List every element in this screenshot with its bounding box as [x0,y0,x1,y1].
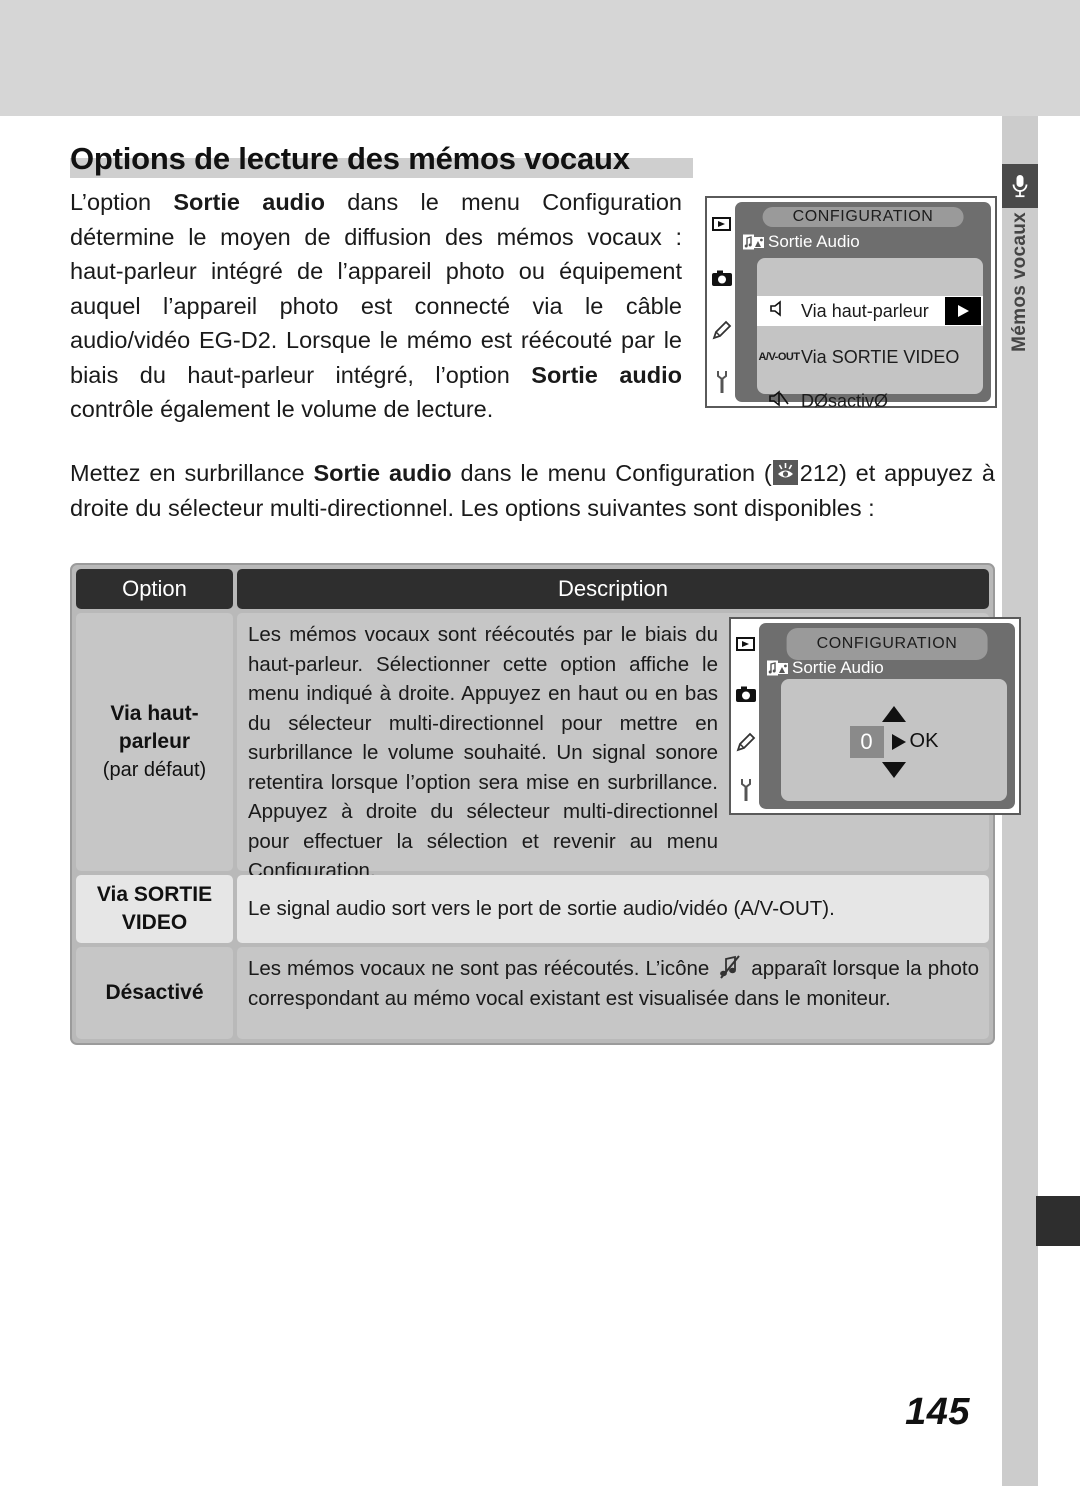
volume-ok-hint[interactable]: OK [890,727,939,757]
lcd-title: CONFIGURATION [762,207,964,227]
volume-stepper[interactable]: 0 OK [781,705,1007,788]
setup-tab-icon [731,771,761,809]
lcd-option-label: Via SORTIE VIDEO [801,346,960,367]
intro-text-2: dans le menu Configuration détermine le … [70,189,682,388]
lcd-option-label: DØsactivØ [801,390,889,411]
volume-ok-label: OK [909,730,939,753]
lcd-volume-panel: 0 OK [781,679,1007,801]
para2-text-1: Mettez en surbrillance [70,460,314,486]
muted-note-icon [718,954,742,980]
shooting-tab-icon [707,258,737,298]
custom-tab-icon [731,723,761,761]
option-label-line1: Via haut- [110,702,199,725]
audio-page-icon [743,234,765,250]
lcd-content-area: CONFIGURATION Sortie Audio Via haut-parl… [735,202,991,411]
lcd-option-label: Via haut-parleur [801,300,929,321]
av-out-icon: A/V-OUT [758,351,800,363]
instruction-paragraph: Mettez en surbrillance Sortie audio dans… [70,456,995,525]
para2-bold-1: Sortie audio [313,460,452,486]
audio-page-icon [767,660,789,676]
table-cell-description-disabled: Les mémos vocaux ne sont pas réécoutés. … [237,947,989,1039]
lcd-option-disabled[interactable]: DØsactivØ [757,386,983,416]
chapter-edge-marker [1036,1196,1080,1246]
page-title-block: Options de lecture des mémos vocaux [70,140,695,180]
table-row: Désactivé Les mémos vocaux ne sont pas r… [76,947,989,1039]
options-table: Option Description Via haut- parleur (pa… [70,563,1021,1045]
page-number: 145 [905,1391,970,1433]
chapter-side-tab-label: Mémos vocaux [1002,212,1038,416]
page-top-band [0,0,1080,116]
table-row: Via SORTIE VIDEO Le signal audio sort ve… [76,875,989,943]
option-label-line1: Désactivé [105,981,204,1004]
eye-page-reference-icon [772,460,798,485]
speaker-icon [757,300,801,322]
intro-bold-2: Sortie audio [531,361,682,388]
table-header-option: Option [76,569,233,609]
intro-bold-1: Sortie audio [173,189,325,215]
playback-tab-icon [731,627,761,661]
page-title: Options de lecture des mémos vocaux [70,141,630,176]
lcd-subtitle: Sortie Audio [768,232,860,251]
volume-value-row: 0 OK [849,726,939,758]
desc-text-1: Les mémos vocaux ne sont pas réécoutés. … [248,957,716,980]
volume-up-arrow-icon[interactable] [881,705,907,726]
setup-tab-icon [707,362,737,402]
option-label-line2: VIDEO [121,911,188,934]
intro-text-3: contrôle également le volume de lecture. [70,396,494,422]
table-cell-option-speaker: Via haut- parleur (par défaut) [76,613,233,871]
para2-text-2: dans le menu Configuration ( [451,460,772,486]
lcd-option-via-speaker[interactable]: Via haut-parleur [757,296,983,326]
shooting-tab-icon [731,675,761,713]
lcd-subtitle-row: Sortie Audio [743,232,860,252]
chapter-side-tab-text: Mémos vocaux [1009,212,1030,352]
table-header-row: Option Description [76,569,989,609]
table-header-description: Description [237,569,989,609]
table-cell-description-video-out: Le signal audio sort vers le port de sor… [237,875,989,943]
playback-tab-icon [707,206,737,242]
volume-value: 0 [849,726,884,758]
lcd-screenshot-audio-output-menu: CONFIGURATION Sortie Audio Via haut-parl… [705,196,997,411]
volume-down-arrow-icon[interactable] [881,758,907,788]
lcd-screenshot-volume-setting: CONFIGURATION Sortie Audio 0 OK [729,617,1021,815]
chapter-side-tab: Mémos vocaux [1002,164,1038,416]
option-label-line2: parleur [118,730,191,753]
lcd-option-via-video-out[interactable]: A/V-OUT Via SORTIE VIDEO [757,342,983,372]
option-default-note: (par défaut) [102,759,207,781]
custom-tab-icon [707,310,737,350]
lcd-tab-rail [707,198,737,406]
table-description-text: Les mémos vocaux sont réécoutés par le b… [248,623,718,882]
table-cell-option-video-out: Via SORTIE VIDEO [76,875,233,943]
lcd-content-area: CONFIGURATION Sortie Audio 0 OK [759,623,1015,809]
lcd-right-arrow-box[interactable] [945,297,981,325]
lcd-options-panel: Via haut-parleur A/V-OUT Via SORTIE VIDE… [757,258,983,411]
table-row: Via haut- parleur (par défaut) Les mémos… [76,613,1021,882]
lcd-tab-rail [731,619,761,813]
intro-paragraph: L’option Sortie audio dans le menu Confi… [70,185,682,427]
option-label-line1: Via SORTIE [96,883,213,906]
para2-page-ref: 212 [799,460,839,486]
intro-text-1: L’option [70,189,174,215]
table-cell-option-disabled: Désactivé [76,947,233,1039]
microphone-icon [1002,164,1038,208]
speaker-muted-icon [757,390,801,412]
table-cell-description-speaker: Les mémos vocaux sont réécoutés par le b… [237,613,1021,882]
